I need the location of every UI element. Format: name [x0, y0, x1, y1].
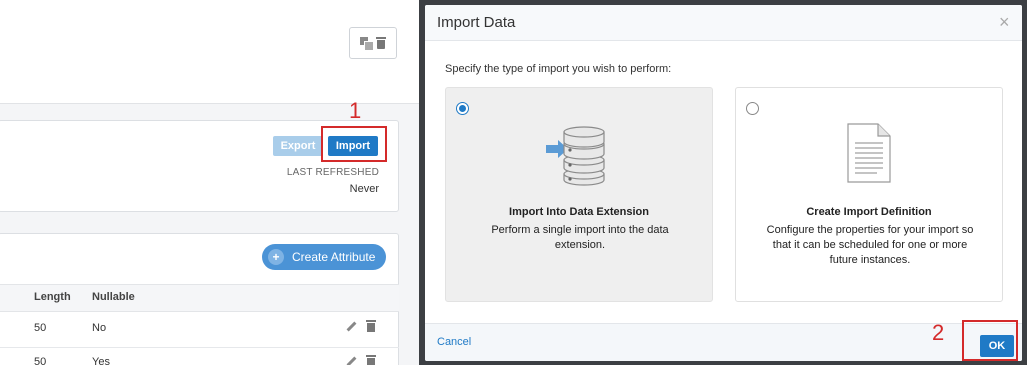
dialog-title: Import Data — [437, 14, 516, 31]
create-attribute-button[interactable]: + Create Attribute — [262, 244, 386, 270]
import-data-dialog: Import Data × Specify the type of import… — [425, 5, 1022, 361]
last-refreshed-value: Never — [349, 183, 379, 195]
row-1-nullable: No — [92, 322, 107, 334]
step-1-label: 1 — [349, 98, 362, 123]
option-title: Import Into Data Extension — [509, 206, 649, 218]
import-type-prompt: Specify the type of import you wish to p… — [445, 63, 672, 75]
column-header-length[interactable]: Length — [34, 291, 71, 303]
row-2-length: 50 — [34, 356, 47, 365]
copy-icon[interactable] — [359, 37, 374, 51]
option-description: Configure the properties for your import… — [766, 224, 974, 266]
row-1-length: 50 — [34, 322, 47, 334]
export-button[interactable]: Export — [273, 136, 323, 156]
step-2-label: 2 — [932, 320, 945, 345]
column-header-nullable[interactable]: Nullable — [92, 291, 135, 303]
create-attribute-label: Create Attribute — [292, 250, 376, 264]
top-panel — [0, 0, 420, 104]
edit-icon[interactable] — [345, 355, 357, 365]
option-title: Create Import Definition — [806, 206, 932, 218]
delete-icon[interactable] — [365, 320, 377, 332]
step-1-highlight — [321, 126, 387, 162]
dialog-header: Import Data × — [425, 5, 1022, 41]
toolbar-actions — [349, 27, 397, 59]
cancel-button[interactable]: Cancel — [437, 336, 471, 348]
delete-icon[interactable] — [375, 37, 387, 49]
edit-icon[interactable] — [345, 320, 357, 332]
close-icon[interactable]: × — [999, 12, 1010, 33]
document-icon — [847, 123, 891, 183]
step-2-highlight — [962, 320, 1018, 361]
last-refreshed-label: LAST REFRESHED — [286, 167, 379, 178]
radio-create-import-definition[interactable] — [746, 102, 759, 115]
plus-icon: + — [268, 249, 284, 265]
background-page: Export Import LAST REFRESHED Never + Cre… — [0, 0, 420, 365]
option-create-import-definition[interactable]: Create Import Definition Configure the p… — [735, 87, 1003, 302]
delete-icon[interactable] — [365, 355, 377, 365]
option-import-into-data-extension[interactable]: Import Into Data Extension Perform a sin… — [445, 87, 713, 302]
row-2-nullable: Yes — [92, 356, 110, 365]
database-import-icon — [546, 126, 605, 186]
radio-import-into-data-extension[interactable] — [456, 102, 469, 115]
row-divider — [0, 347, 399, 348]
option-description: Perform a single import into the data ex… — [491, 224, 669, 251]
